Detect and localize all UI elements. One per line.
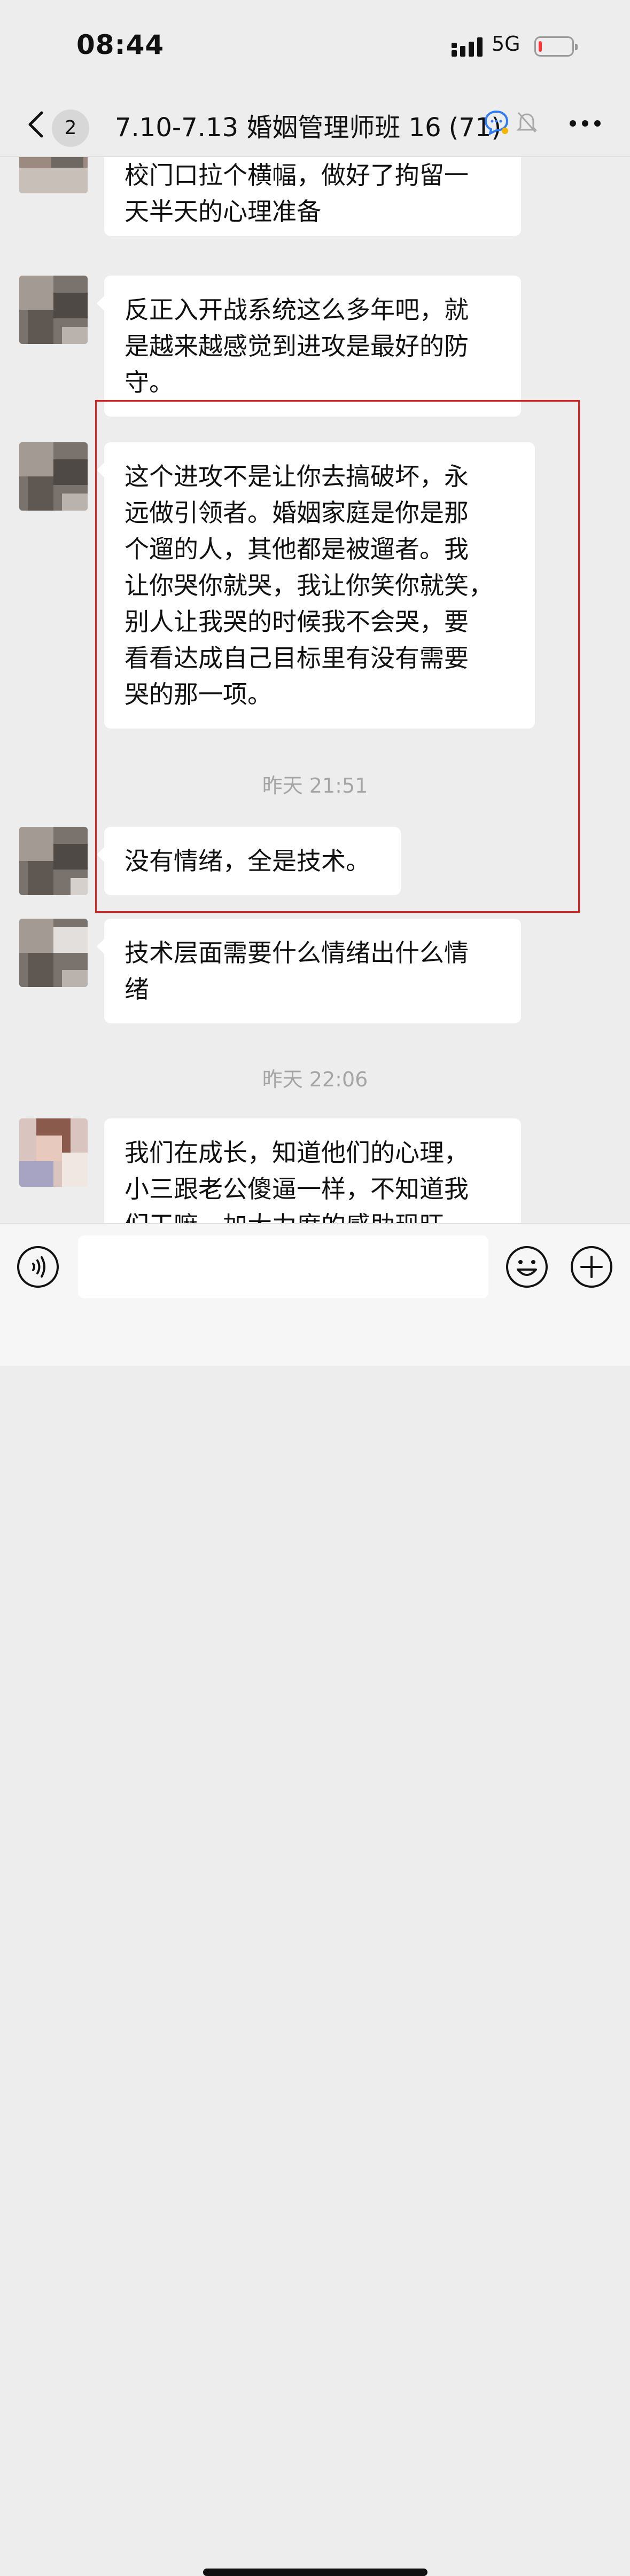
home-indicator[interactable] bbox=[203, 2569, 427, 2576]
message-bubble[interactable]: 校门口拉个横幅，做好了拘留一 天半天的心理准备 bbox=[104, 157, 521, 236]
battery-level bbox=[539, 41, 542, 52]
message-line: 们干嘛，加大力度的感助现旺 bbox=[125, 1207, 501, 1223]
unread-count-badge[interactable]: 2 bbox=[52, 109, 89, 147]
message-list[interactable]: 校门口拉个横幅，做好了拘留一 天半天的心理准备 反正入开战系统这么多年吧，就 是… bbox=[0, 157, 630, 1223]
more-icon[interactable] bbox=[569, 118, 602, 129]
message-line: 反正入开战系统这么多年吧，就 bbox=[125, 295, 469, 324]
message-line: 是越来越感觉到进攻是最好的防 bbox=[125, 332, 469, 361]
message-line: 天半天的心理准备 bbox=[125, 197, 321, 226]
timestamp: 昨天 22:06 bbox=[262, 1068, 368, 1091]
message-line: 守。 bbox=[125, 368, 174, 397]
mute-bell-icon bbox=[516, 112, 538, 132]
plus-icon[interactable] bbox=[570, 1245, 613, 1289]
message-line: 校门口拉个横幅，做好了拘留一 bbox=[125, 161, 469, 190]
message-line: 小三跟老公傻逼一样，不知道我 bbox=[125, 1175, 469, 1203]
status-time: 08:44 bbox=[76, 29, 165, 60]
emoji-icon[interactable] bbox=[505, 1245, 549, 1289]
battery-icon bbox=[534, 36, 578, 57]
message-bubble[interactable]: 技术层面需要什么情绪出什么情 绪 bbox=[97, 919, 521, 1023]
chat-title[interactable]: 7.10-7.13 婚姻管理师班 16 (71) bbox=[115, 106, 501, 144]
voice-icon[interactable] bbox=[16, 1245, 60, 1289]
group-name: 7.10-7.13 婚姻管理师班 16 bbox=[115, 113, 441, 143]
message-bubble[interactable]: 没有情绪，全是技术。 bbox=[97, 827, 401, 895]
status-bar: 08:44 5G bbox=[0, 0, 630, 93]
chat-bubble-icon[interactable] bbox=[483, 109, 509, 136]
message-line: 技术层面需要什么情绪出什么情 bbox=[125, 938, 469, 967]
avatar[interactable] bbox=[19, 1118, 88, 1187]
timestamp: 昨天 21:51 bbox=[262, 774, 368, 797]
avatar[interactable] bbox=[19, 157, 88, 193]
message-bubble[interactable]: 我们在成长，知道他们的心理， 小三跟老公傻逼一样，不知道我 们干嘛，加大力度的感… bbox=[104, 1118, 521, 1223]
message-bubble[interactable]: 反正入开战系统这么多年吧，就 是越来越感觉到进攻是最好的防 守。 bbox=[97, 276, 521, 417]
avatar[interactable] bbox=[19, 919, 88, 987]
avatar[interactable] bbox=[19, 442, 88, 511]
message-line: 绪 bbox=[125, 975, 149, 1004]
avatar[interactable] bbox=[19, 827, 88, 895]
message-line: 没有情绪，全是技术。 bbox=[125, 847, 370, 875]
message-line: 我们在成长，知道他们的心理， bbox=[125, 1138, 469, 1167]
chat-header: 2 7.10-7.13 婚姻管理师班 16 (71) bbox=[0, 93, 630, 157]
chevron-left-icon[interactable] bbox=[26, 108, 47, 140]
message-input[interactable] bbox=[78, 1235, 488, 1298]
input-bar bbox=[0, 1223, 630, 2576]
avatar[interactable] bbox=[19, 276, 88, 344]
network-type: 5G bbox=[492, 32, 520, 56]
signal-icon bbox=[452, 37, 483, 57]
